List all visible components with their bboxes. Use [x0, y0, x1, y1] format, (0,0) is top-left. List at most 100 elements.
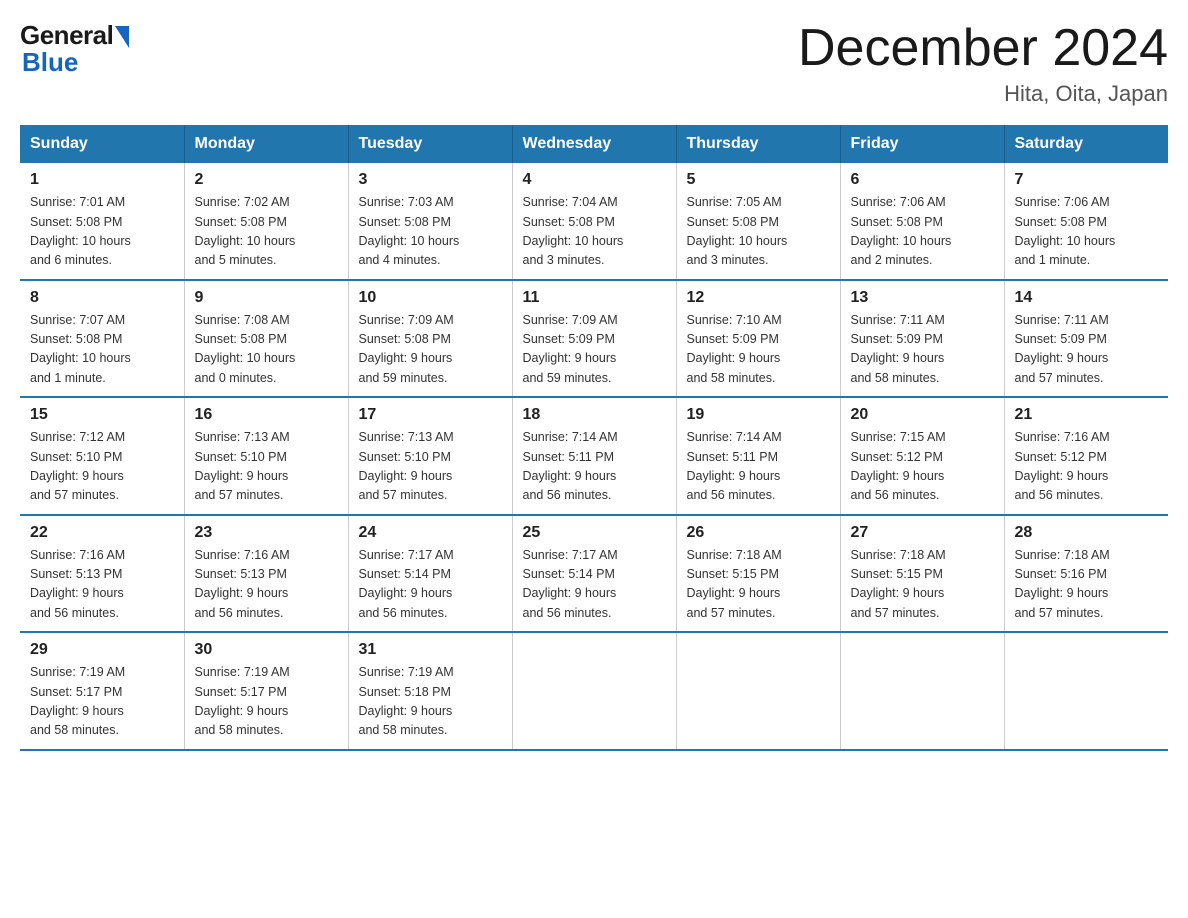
day-number: 27: [851, 524, 994, 542]
day-number: 23: [195, 524, 338, 542]
day-cell: 6Sunrise: 7:06 AMSunset: 5:08 PMDaylight…: [840, 163, 1004, 280]
day-number: 18: [523, 406, 666, 424]
header-cell-wednesday: Wednesday: [512, 125, 676, 163]
day-info: Sunrise: 7:16 AMSunset: 5:13 PMDaylight:…: [195, 546, 338, 624]
day-info: Sunrise: 7:17 AMSunset: 5:14 PMDaylight:…: [359, 546, 502, 624]
day-number: 17: [359, 406, 502, 424]
day-cell: 27Sunrise: 7:18 AMSunset: 5:15 PMDayligh…: [840, 515, 1004, 633]
day-cell: 17 Sunrise: 7:13 AMSunset: 5:10 PMDayligh…: [348, 397, 512, 515]
day-info: Sunrise: 7:13 AMSunset: 5:10 PMDaylight:…: [195, 428, 338, 506]
day-cell: [676, 632, 840, 750]
day-cell: 1Sunrise: 7:01 AMSunset: 5:08 PMDaylight…: [20, 163, 184, 280]
day-number: 5: [687, 171, 830, 189]
day-info: Sunrise: 7:12 AMSunset: 5:10 PMDaylight:…: [30, 428, 174, 506]
calendar-body: 1Sunrise: 7:01 AMSunset: 5:08 PMDaylight…: [20, 163, 1168, 750]
day-number: 24: [359, 524, 502, 542]
header-row: SundayMondayTuesdayWednesdayThursdayFrid…: [20, 125, 1168, 163]
page-title: December 2024: [798, 20, 1168, 77]
day-number: 31: [359, 641, 502, 659]
day-cell: [840, 632, 1004, 750]
day-info: Sunrise: 7:05 AMSunset: 5:08 PMDaylight:…: [687, 193, 830, 271]
day-cell: [1004, 632, 1168, 750]
day-cell: 7 Sunrise: 7:06 AMSunset: 5:08 PMDaylight…: [1004, 163, 1168, 280]
day-number: 3: [359, 171, 502, 189]
day-number: 21: [1015, 406, 1159, 424]
day-cell: 3 Sunrise: 7:03 AMSunset: 5:08 PMDaylight…: [348, 163, 512, 280]
day-info: Sunrise: 7:11 AMSunset: 5:09 PMDaylight:…: [1015, 311, 1159, 389]
day-number: 13: [851, 289, 994, 307]
week-row-1: 1Sunrise: 7:01 AMSunset: 5:08 PMDaylight…: [20, 163, 1168, 280]
day-number: 12: [687, 289, 830, 307]
day-number: 10: [359, 289, 502, 307]
page-header: General Blue December 2024 Hita, Oita, J…: [20, 20, 1168, 107]
day-info: Sunrise: 7:03 AMSunset: 5:08 PMDaylight:…: [359, 193, 502, 271]
day-number: 15: [30, 406, 174, 424]
day-number: 2: [195, 171, 338, 189]
day-number: 14: [1015, 289, 1159, 307]
calendar-header: SundayMondayTuesdayWednesdayThursdayFrid…: [20, 125, 1168, 163]
title-block: December 2024 Hita, Oita, Japan: [798, 20, 1168, 107]
day-info: Sunrise: 7:17 AMSunset: 5:14 PMDaylight:…: [523, 546, 666, 624]
week-row-3: 15 Sunrise: 7:12 AMSunset: 5:10 PMDayligh…: [20, 397, 1168, 515]
day-cell: [512, 632, 676, 750]
day-cell: 15 Sunrise: 7:12 AMSunset: 5:10 PMDayligh…: [20, 397, 184, 515]
day-number: 26: [687, 524, 830, 542]
day-number: 22: [30, 524, 174, 542]
day-number: 9: [195, 289, 338, 307]
header-cell-thursday: Thursday: [676, 125, 840, 163]
day-info: Sunrise: 7:15 AMSunset: 5:12 PMDaylight:…: [851, 428, 994, 506]
day-info: Sunrise: 7:18 AMSunset: 5:15 PMDaylight:…: [687, 546, 830, 624]
day-info: Sunrise: 7:13 AMSunset: 5:10 PMDaylight:…: [359, 428, 502, 506]
day-cell: 18 Sunrise: 7:14 AMSunset: 5:11 PMDayligh…: [512, 397, 676, 515]
day-info: Sunrise: 7:06 AMSunset: 5:08 PMDaylight:…: [1015, 193, 1159, 271]
day-number: 6: [851, 171, 994, 189]
day-number: 4: [523, 171, 666, 189]
day-info: Sunrise: 7:10 AMSunset: 5:09 PMDaylight:…: [687, 311, 830, 389]
day-cell: 19 Sunrise: 7:14 AMSunset: 5:11 PMDayligh…: [676, 397, 840, 515]
header-cell-sunday: Sunday: [20, 125, 184, 163]
day-info: Sunrise: 7:04 AMSunset: 5:08 PMDaylight:…: [523, 193, 666, 271]
day-cell: 24 Sunrise: 7:17 AMSunset: 5:14 PMDayligh…: [348, 515, 512, 633]
day-number: 11: [523, 289, 666, 307]
day-cell: 5 Sunrise: 7:05 AMSunset: 5:08 PMDaylight…: [676, 163, 840, 280]
day-info: Sunrise: 7:14 AMSunset: 5:11 PMDaylight:…: [523, 428, 666, 506]
logo: General Blue: [20, 20, 129, 78]
page-subtitle: Hita, Oita, Japan: [798, 81, 1168, 107]
week-row-4: 22 Sunrise: 7:16 AMSunset: 5:13 PMDayligh…: [20, 515, 1168, 633]
week-row-2: 8Sunrise: 7:07 AMSunset: 5:08 PMDaylight…: [20, 280, 1168, 398]
day-number: 25: [523, 524, 666, 542]
day-cell: 23 Sunrise: 7:16 AMSunset: 5:13 PMDayligh…: [184, 515, 348, 633]
day-cell: 12 Sunrise: 7:10 AMSunset: 5:09 PMDayligh…: [676, 280, 840, 398]
day-cell: 11 Sunrise: 7:09 AMSunset: 5:09 PMDayligh…: [512, 280, 676, 398]
day-info: Sunrise: 7:19 AMSunset: 5:18 PMDaylight:…: [359, 663, 502, 741]
day-info: Sunrise: 7:01 AMSunset: 5:08 PMDaylight:…: [30, 193, 174, 271]
week-row-5: 29Sunrise: 7:19 AMSunset: 5:17 PMDayligh…: [20, 632, 1168, 750]
logo-triangle-icon: [115, 26, 129, 48]
day-number: 7: [1015, 171, 1159, 189]
header-cell-tuesday: Tuesday: [348, 125, 512, 163]
day-info: Sunrise: 7:16 AMSunset: 5:13 PMDaylight:…: [30, 546, 174, 624]
day-info: Sunrise: 7:08 AMSunset: 5:08 PMDaylight:…: [195, 311, 338, 389]
day-cell: 13Sunrise: 7:11 AMSunset: 5:09 PMDayligh…: [840, 280, 1004, 398]
day-info: Sunrise: 7:09 AMSunset: 5:09 PMDaylight:…: [523, 311, 666, 389]
day-cell: 9 Sunrise: 7:08 AMSunset: 5:08 PMDaylight…: [184, 280, 348, 398]
header-cell-friday: Friday: [840, 125, 1004, 163]
day-cell: 14 Sunrise: 7:11 AMSunset: 5:09 PMDayligh…: [1004, 280, 1168, 398]
day-info: Sunrise: 7:07 AMSunset: 5:08 PMDaylight:…: [30, 311, 174, 389]
day-cell: 21Sunrise: 7:16 AMSunset: 5:12 PMDayligh…: [1004, 397, 1168, 515]
logo-blue-text: Blue: [22, 47, 78, 78]
header-cell-monday: Monday: [184, 125, 348, 163]
day-info: Sunrise: 7:18 AMSunset: 5:16 PMDaylight:…: [1015, 546, 1159, 624]
day-cell: 8Sunrise: 7:07 AMSunset: 5:08 PMDaylight…: [20, 280, 184, 398]
day-number: 30: [195, 641, 338, 659]
day-cell: 30Sunrise: 7:19 AMSunset: 5:17 PMDayligh…: [184, 632, 348, 750]
day-info: Sunrise: 7:19 AMSunset: 5:17 PMDaylight:…: [30, 663, 174, 741]
day-number: 19: [687, 406, 830, 424]
day-info: Sunrise: 7:14 AMSunset: 5:11 PMDaylight:…: [687, 428, 830, 506]
day-cell: 4 Sunrise: 7:04 AMSunset: 5:08 PMDaylight…: [512, 163, 676, 280]
day-cell: 10Sunrise: 7:09 AMSunset: 5:08 PMDayligh…: [348, 280, 512, 398]
day-cell: 16Sunrise: 7:13 AMSunset: 5:10 PMDayligh…: [184, 397, 348, 515]
calendar-table: SundayMondayTuesdayWednesdayThursdayFrid…: [20, 125, 1168, 751]
day-cell: 20Sunrise: 7:15 AMSunset: 5:12 PMDayligh…: [840, 397, 1004, 515]
header-cell-saturday: Saturday: [1004, 125, 1168, 163]
